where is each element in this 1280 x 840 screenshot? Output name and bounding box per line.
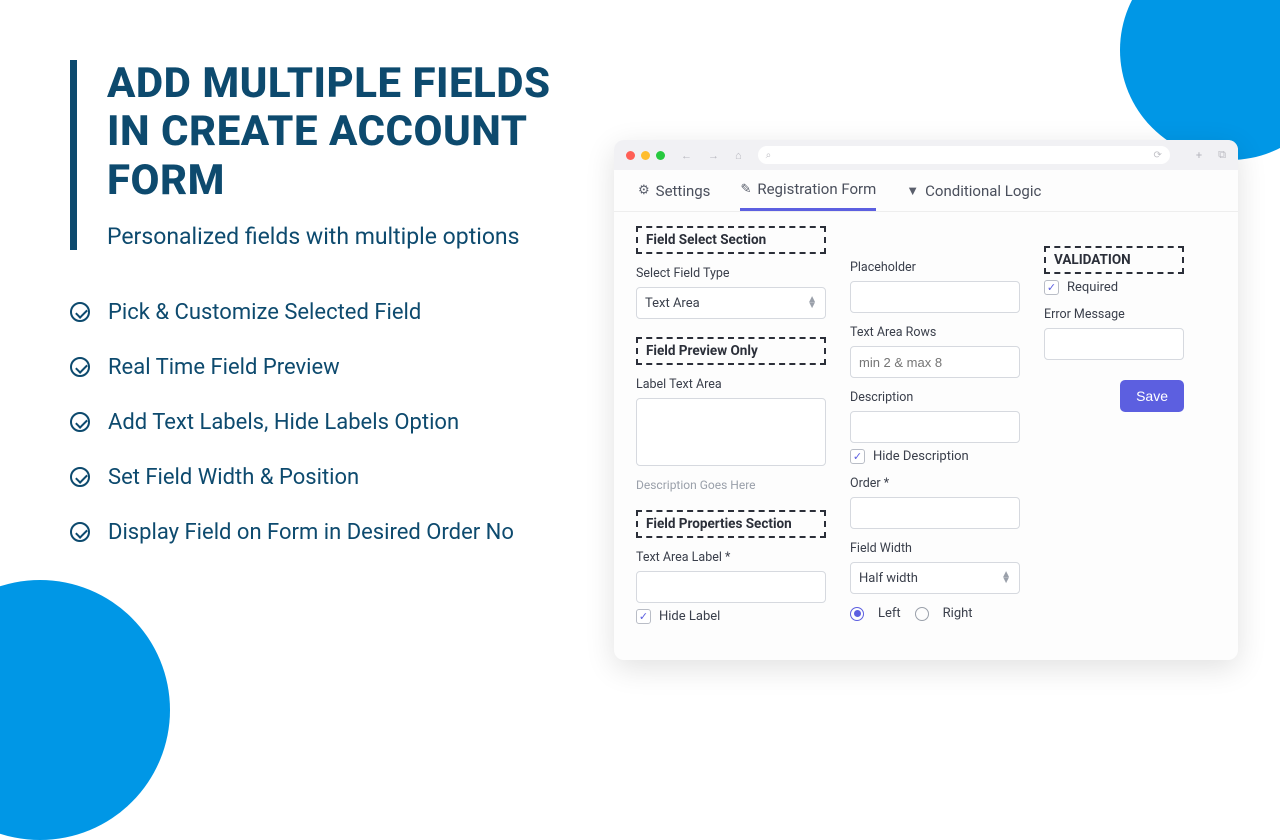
column-middle: Placeholder Text Area Rows Description ✓… <box>850 226 1020 627</box>
home-icon[interactable]: ⌂ <box>735 149 742 162</box>
bullet-text: Display Field on Form in Desired Order N… <box>108 520 514 545</box>
section-field-properties: Field Properties Section <box>636 510 826 538</box>
tab-conditional-logic[interactable]: ▼ Conditional Logic <box>906 180 1041 211</box>
checkbox-hide-label-row[interactable]: ✓ Hide Label <box>636 609 826 624</box>
select-field-width[interactable]: Half width ▲▼ <box>850 562 1020 594</box>
tab-label: Settings <box>656 182 711 200</box>
label-placeholder: Placeholder <box>850 260 1020 275</box>
promo-subtitle: Personalized fields with multiple option… <box>107 223 590 250</box>
select-field-type[interactable]: Text Area ▲▼ <box>636 287 826 319</box>
checkbox-label: Hide Label <box>659 609 720 624</box>
app-window: ← → ⌂ ⌕ ⟳ + ⧉ ⚙ Settings ✎ Registration … <box>614 140 1238 660</box>
chevron-updown-icon: ▲▼ <box>807 297 817 309</box>
url-bar[interactable]: ⌕ ⟳ <box>758 146 1170 164</box>
label-text-area-preview: Label Text Area <box>636 377 826 392</box>
label-error-message: Error Message <box>1044 307 1184 322</box>
list-item: Add Text Labels, Hide Labels Option <box>70 410 590 435</box>
section-validation: VALIDATION <box>1044 246 1184 274</box>
label-field-width: Field Width <box>850 541 1020 556</box>
input-description[interactable] <box>850 411 1020 443</box>
form-panel: Field Select Section Select Field Type T… <box>614 212 1238 644</box>
filter-icon: ▼ <box>906 183 919 199</box>
bullet-text: Real Time Field Preview <box>108 355 340 380</box>
check-circle-icon <box>70 467 90 487</box>
save-button[interactable]: Save <box>1120 380 1184 412</box>
back-icon[interactable]: ← <box>681 149 692 162</box>
tab-label: Conditional Logic <box>925 182 1041 200</box>
tab-settings[interactable]: ⚙ Settings <box>638 180 710 211</box>
radio-label: Right <box>943 606 973 621</box>
label-text-area-rows: Text Area Rows <box>850 325 1020 340</box>
label-text-area-label: Text Area Label <box>636 550 826 565</box>
select-value: Half width <box>859 571 918 586</box>
input-error-message[interactable] <box>1044 328 1184 360</box>
label-description: Description <box>850 390 1020 405</box>
check-circle-icon <box>70 302 90 322</box>
input-placeholder[interactable] <box>850 281 1020 313</box>
check-circle-icon <box>70 412 90 432</box>
browser-chrome: ← → ⌂ ⌕ ⟳ + ⧉ <box>614 140 1238 170</box>
radio-position-group: Left Right <box>850 606 1020 621</box>
tab-label: Registration Form <box>757 180 876 198</box>
bullet-text: Set Field Width & Position <box>108 465 359 490</box>
column-right: VALIDATION ✓ Required Error Message Save <box>1044 226 1184 418</box>
gear-icon: ⚙ <box>638 183 650 198</box>
list-item: Set Field Width & Position <box>70 465 590 490</box>
checkbox-hide-description[interactable]: ✓ <box>850 449 865 464</box>
list-item: Pick & Customize Selected Field <box>70 300 590 325</box>
maximize-icon[interactable] <box>656 151 665 160</box>
check-circle-icon <box>70 522 90 542</box>
checkbox-required-row[interactable]: ✓ Required <box>1044 280 1184 295</box>
search-icon: ⌕ <box>766 150 772 161</box>
section-field-preview: Field Preview Only <box>636 337 826 365</box>
label-select-field-type: Select Field Type <box>636 266 826 281</box>
checkbox-label: Required <box>1067 280 1118 295</box>
add-tab-icon[interactable]: + <box>1196 149 1202 162</box>
decor-blob-top-right <box>1120 0 1280 160</box>
promo-panel: ADD MULTIPLE FIELDS IN CREATE ACCOUNT FO… <box>70 60 590 575</box>
bullet-text: Pick & Customize Selected Field <box>108 300 421 325</box>
check-circle-icon <box>70 357 90 377</box>
tab-registration-form[interactable]: ✎ Registration Form <box>740 180 876 211</box>
bullet-text: Add Text Labels, Hide Labels Option <box>108 410 459 435</box>
chevron-updown-icon: ▲▼ <box>1001 572 1011 584</box>
select-value: Text Area <box>645 296 700 311</box>
promo-bullet-list: Pick & Customize Selected Field Real Tim… <box>70 300 590 545</box>
radio-label: Left <box>878 606 901 621</box>
column-left: Field Select Section Select Field Type T… <box>636 226 826 630</box>
promo-title: ADD MULTIPLE FIELDS IN CREATE ACCOUNT FO… <box>107 60 590 205</box>
textarea-preview[interactable] <box>636 398 826 466</box>
list-item: Real Time Field Preview <box>70 355 590 380</box>
input-text-area-label[interactable] <box>636 571 826 603</box>
edit-icon: ✎ <box>740 182 751 197</box>
preview-description-hint: Description Goes Here <box>636 478 826 492</box>
checkbox-hide-label[interactable]: ✓ <box>636 609 651 624</box>
radio-left[interactable] <box>850 607 864 621</box>
close-icon[interactable] <box>626 151 635 160</box>
input-text-area-rows[interactable] <box>850 346 1020 378</box>
decor-blob-bottom-left <box>0 580 170 840</box>
forward-icon[interactable]: → <box>708 149 719 162</box>
checkbox-required[interactable]: ✓ <box>1044 280 1059 295</box>
checkbox-label: Hide Description <box>873 449 969 464</box>
label-order: Order <box>850 476 1020 491</box>
radio-right[interactable] <box>915 607 929 621</box>
app-tabs: ⚙ Settings ✎ Registration Form ▼ Conditi… <box>614 170 1238 212</box>
copy-icon[interactable]: ⧉ <box>1218 148 1226 162</box>
minimize-icon[interactable] <box>641 151 650 160</box>
section-field-select: Field Select Section <box>636 226 826 254</box>
checkbox-hide-description-row[interactable]: ✓ Hide Description <box>850 449 1020 464</box>
list-item: Display Field on Form in Desired Order N… <box>70 520 590 545</box>
refresh-icon[interactable]: ⟳ <box>1154 150 1162 161</box>
input-order[interactable] <box>850 497 1020 529</box>
